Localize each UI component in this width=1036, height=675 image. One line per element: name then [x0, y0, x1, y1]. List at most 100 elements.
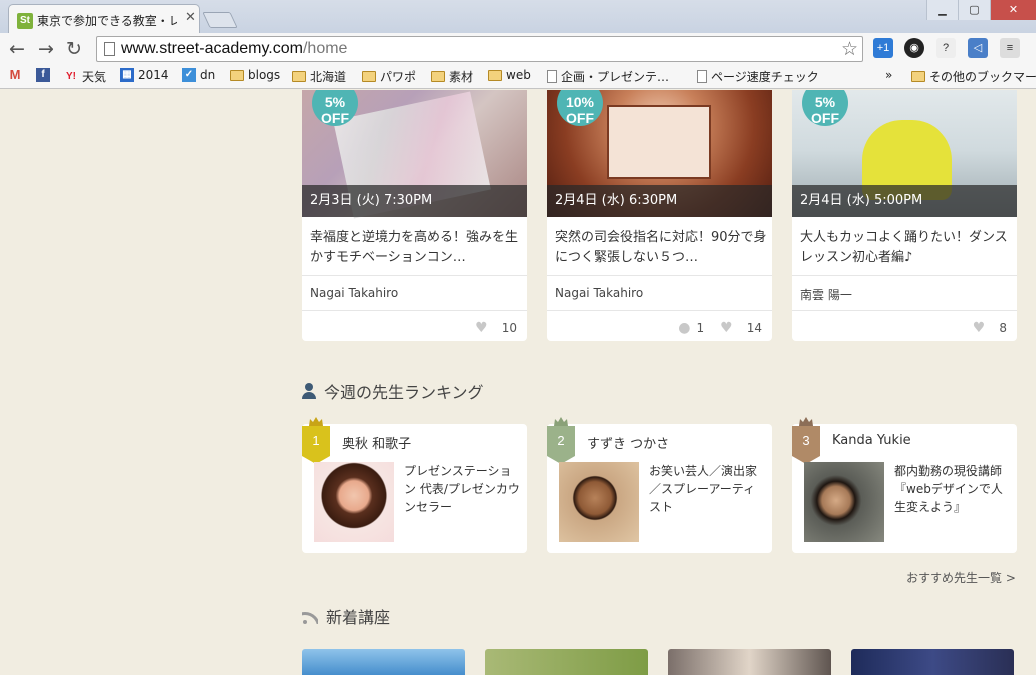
bookmark-label: パワポ — [380, 70, 417, 84]
teacher-avatar[interactable] — [804, 462, 884, 542]
bookmark-planning[interactable]: 企画・プレゼンテ… — [547, 68, 669, 85]
ranking-heading: 今週の先生ランキング — [302, 379, 484, 403]
page-icon — [697, 70, 707, 83]
bookmark-facebook[interactable]: f — [36, 68, 50, 82]
bookmark-folder-hokkaido[interactable]: 北海道 — [292, 68, 346, 85]
teacher-name[interactable]: Nagai Takahiro — [310, 286, 398, 300]
window-controls: ▁ ▢ ✕ — [926, 0, 1036, 20]
bookmark-folder-blogs[interactable]: blogs — [230, 68, 280, 82]
calendar-icon: ▦ — [120, 68, 134, 82]
divider — [792, 310, 1017, 311]
recommended-teachers-link[interactable]: おすすめ先生一覧 > — [906, 569, 1016, 586]
bookmark-folder-pawapo[interactable]: パワポ — [362, 68, 416, 85]
new-course-thumbnail[interactable] — [851, 649, 1014, 675]
class-title[interactable]: 幸福度と逆境力を高める！強みを生かすモチベーションコン… — [310, 228, 522, 268]
bookmark-dn[interactable]: ✓ dn — [182, 68, 215, 82]
tab-close-icon[interactable]: ✕ — [185, 10, 196, 25]
browser-toolbar: ← → ↻ www.street-academy.com/home ☆ +1 ◉… — [0, 33, 1036, 65]
class-date: 2月4日 (水) 6:30PM — [547, 185, 772, 217]
teacher-name[interactable]: すずき つかさ — [587, 433, 669, 452]
page-icon — [104, 42, 115, 56]
bookmark-label: その他のブックマーク — [929, 70, 1036, 84]
extension-icon[interactable]: ◁ — [968, 38, 988, 58]
extension-icon[interactable]: ? — [936, 38, 956, 58]
rank-number: 3 — [802, 433, 810, 448]
bookmark-2014[interactable]: ▦ 2014 — [120, 68, 169, 82]
folder-icon — [431, 71, 445, 82]
url-host: www.street-academy.com — [121, 40, 303, 57]
bookmark-gmail[interactable]: M — [8, 68, 22, 82]
teacher-avatar[interactable] — [559, 462, 639, 542]
heart-icon[interactable]: ♥ — [475, 320, 488, 336]
maximize-icon[interactable]: ▢ — [958, 0, 990, 20]
teacher-name[interactable]: 奥秋 和歌子 — [342, 433, 411, 452]
teacher-description: 都内勤務の現役講師『webデザインで人生変えよう』 — [894, 464, 1003, 514]
person-icon — [302, 383, 316, 399]
new-course-thumbnail[interactable] — [668, 649, 831, 675]
window-close-icon[interactable]: ✕ — [990, 0, 1036, 20]
teacher-rank-card[interactable]: 2 すずき つかさ お笑い芸人／演出家／スプレーアーティスト — [547, 417, 772, 553]
like-count: 8 — [999, 321, 1007, 335]
class-date: 2月3日 (火) 7:30PM — [302, 185, 527, 217]
browser-tab-active[interactable]: St 東京で参加できる教室・レ ✕ — [8, 4, 200, 33]
facebook-icon: f — [36, 68, 50, 82]
crown-icon — [309, 417, 323, 426]
folder-icon — [488, 69, 502, 81]
bookmark-folder-web[interactable]: web — [488, 68, 531, 82]
bookmark-label: dn — [200, 68, 216, 82]
teacher-name[interactable]: 南雲 陽一 — [800, 286, 852, 303]
heart-icon[interactable]: ♥ — [973, 320, 986, 336]
browser-tabstrip: St 東京で参加できる教室・レ ✕ ▁ ▢ ✕ — [0, 0, 1036, 33]
other-bookmarks-folder[interactable]: その他のブックマーク — [911, 68, 1036, 85]
crown-icon — [554, 417, 568, 426]
url-text: www.street-academy.com/home — [121, 40, 347, 58]
bookmark-label: ページ速度チェック — [711, 70, 819, 84]
new-tab-button[interactable] — [202, 12, 238, 28]
bookmark-folder-sozai[interactable]: 素材 — [431, 68, 473, 85]
color-picker-icon[interactable]: ◉ — [904, 38, 924, 58]
class-card[interactable]: 10% OFF 2月4日 (水) 6:30PM 突然の司会役指名に対応！90分で… — [547, 90, 772, 341]
teacher-rank-card[interactable]: 3 Kanda Yukie 都内勤務の現役講師『webデザインで人生変えよう』 — [792, 417, 1017, 553]
rank-number: 1 — [312, 433, 320, 448]
teacher-avatar[interactable] — [314, 462, 394, 542]
teacher-description: お笑い芸人／演出家／スプレーアーティスト — [649, 464, 758, 514]
minimize-icon[interactable]: ▁ — [926, 0, 958, 20]
like-count: 14 — [746, 321, 762, 335]
class-title[interactable]: 大人もカッコよく踊りたい！ダンスレッスン初心者編♪ — [800, 228, 1012, 268]
divider — [302, 275, 527, 276]
class-card[interactable]: 5% OFF 2月3日 (火) 7:30PM 幸福度と逆境力を高める！強みを生か… — [302, 90, 527, 341]
rss-icon — [302, 608, 318, 624]
class-title[interactable]: 突然の司会役指名に対応！90分で身につく緊張しない５つ… — [555, 228, 767, 268]
new-course-thumbnail[interactable] — [302, 649, 465, 675]
address-bar[interactable]: www.street-academy.com/home ☆ — [96, 36, 863, 62]
folder-icon — [911, 71, 925, 82]
google-plus-one-icon[interactable]: +1 — [873, 38, 893, 58]
comment-icon[interactable]: ● — [678, 320, 690, 336]
bookmarks-overflow-button[interactable]: » — [885, 68, 892, 82]
teacher-name[interactable]: Nagai Takahiro — [555, 286, 643, 300]
back-arrow-icon[interactable]: ← — [9, 38, 25, 60]
page-icon — [547, 70, 557, 83]
new-courses-heading-text: 新着講座 — [326, 608, 391, 627]
class-card[interactable]: 5% OFF 2月4日 (水) 5:00PM 大人もカッコよく踊りたい！ダンスレ… — [792, 90, 1017, 341]
teacher-name[interactable]: Kanda Yukie — [832, 433, 911, 448]
forward-arrow-icon[interactable]: → — [38, 38, 54, 60]
bookmark-label: 2014 — [138, 68, 169, 82]
new-course-thumbnail[interactable] — [485, 649, 648, 675]
bookmark-star-icon[interactable]: ☆ — [841, 38, 858, 60]
class-stats: ♥ 8 — [973, 320, 1007, 336]
bookmark-page-speed[interactable]: ページ速度チェック — [697, 68, 819, 85]
comment-count: 1 — [696, 321, 705, 335]
bookmarks-bar: M f Y! 天気 ▦ 2014 ✓ dn blogs 北海道 パワポ 素材 web … — [0, 65, 1036, 89]
menu-icon[interactable]: ≡ — [1000, 38, 1020, 58]
teacher-rank-card[interactable]: 1 奥秋 和歌子 プレゼンステーション 代表/プレゼンカウンセラー — [302, 417, 527, 553]
new-courses-heading: 新着講座 — [302, 604, 390, 628]
gmail-icon: M — [9, 67, 21, 82]
url-path: /home — [302, 40, 348, 57]
reload-icon[interactable]: ↻ — [66, 38, 82, 60]
bookmark-weather[interactable]: Y! 天気 — [64, 68, 106, 85]
rank-badge: 2 — [547, 417, 575, 464]
heart-icon[interactable]: ♥ — [720, 320, 733, 336]
folder-icon — [230, 69, 244, 81]
divider — [792, 275, 1017, 276]
